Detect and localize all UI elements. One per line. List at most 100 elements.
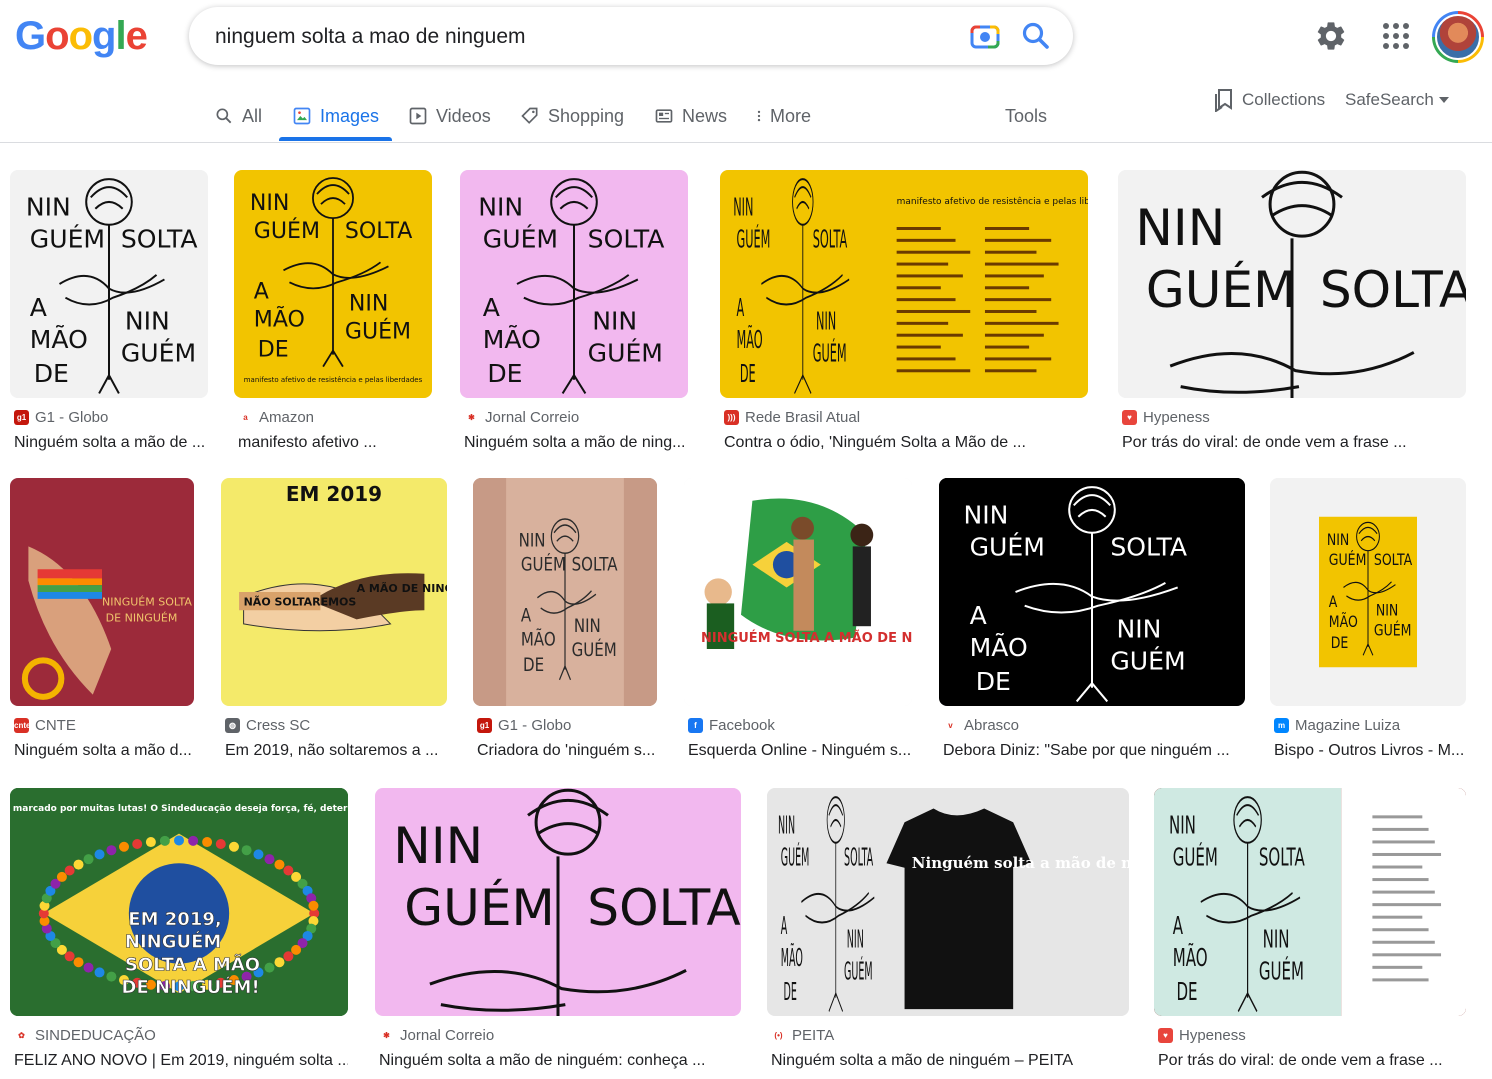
result-source[interactable]: ✿ SINDEDUCAÇÃO	[14, 1027, 156, 1044]
result-source[interactable]: f Facebook	[688, 717, 775, 734]
result-title-link[interactable]: Por trás do viral: de onde vem a frase .…	[1122, 434, 1466, 452]
result-title-link[interactable]: Bispo - Outros Livros - M...	[1274, 742, 1466, 760]
svg-text:MÃO: MÃO	[483, 324, 541, 354]
svg-text:SOLTA: SOLTA	[572, 554, 618, 576]
image-result-card[interactable]: NIN GUÉM SOLTA A MÃO DE NIN GUÉM m Magazi…	[1270, 478, 1466, 778]
result-source[interactable]: ♥ Hypeness	[1122, 409, 1210, 426]
result-source[interactable]: ✱ Jornal Correio	[379, 1027, 494, 1044]
result-title-link[interactable]: manifesto afetivo ...	[238, 434, 432, 452]
safesearch-dropdown[interactable]: SafeSearch	[1345, 88, 1450, 112]
tools-button[interactable]: Tools	[1005, 100, 1047, 132]
tab-shopping-label: Shopping	[548, 105, 625, 126]
safesearch-label: SafeSearch	[1345, 90, 1434, 109]
result-title-link[interactable]: Por trás do viral: de onde vem a frase .…	[1158, 1052, 1466, 1070]
result-thumbnail[interactable]: NIN GUÉM SOLTA	[1118, 170, 1466, 398]
result-title-link[interactable]: Em 2019, não soltaremos a ...	[225, 742, 447, 760]
result-title-link[interactable]: Ninguém solta a mão de ninguém: conheça …	[379, 1052, 741, 1070]
image-result-card[interactable]: NINGUÉM SOLTA A MÃO DE NINGUÉM! f Facebook…	[684, 478, 912, 778]
svg-text:SOLTA: SOLTA	[587, 878, 740, 937]
result-title-link[interactable]: Criadora do 'ninguém s...	[477, 742, 657, 760]
result-source[interactable]: ))) Rede Brasil Atual	[724, 409, 860, 426]
image-result-card[interactable]: NIN GUÉM SOLTA A MÃO DE NIN GUÉM manifes…	[234, 170, 432, 470]
svg-text:GUÉM: GUÉM	[781, 842, 810, 872]
svg-text:NIN: NIN	[125, 307, 170, 336]
result-source[interactable]: g1 G1 - Globo	[14, 409, 108, 426]
settings-gear-icon[interactable]	[1314, 19, 1348, 53]
svg-text:A: A	[737, 293, 745, 323]
result-source[interactable]: g1 G1 - Globo	[477, 717, 571, 734]
account-avatar[interactable]	[1432, 11, 1484, 63]
tab-videos[interactable]: Videos	[408, 100, 491, 132]
svg-text:SOLTA: SOLTA	[813, 224, 848, 254]
image-result-card[interactable]: NINGUÉM SOLTA A MÃO DE NINGUÉM cnte CNTE N…	[10, 478, 194, 778]
result-title-link[interactable]: FELIZ ANO NOVO | Em 2019, ninguém solta …	[14, 1052, 348, 1070]
svg-text:NIN: NIN	[592, 307, 637, 336]
collections-button[interactable]: Collections	[1214, 88, 1325, 112]
tag-icon	[521, 107, 538, 124]
result-thumbnail[interactable]: NIN GUÉM SOLTA	[375, 788, 741, 1016]
google-logo[interactable]: Google	[15, 14, 148, 59]
result-thumbnail[interactable]: NIN GUÉM SOLTA A MÃO DE NIN GUÉM	[460, 170, 688, 398]
result-thumbnail[interactable]: NINGUÉM SOLTA A MÃO DE NINGUÉM!	[684, 478, 912, 706]
result-source[interactable]: a Amazon	[238, 409, 314, 426]
image-result-card[interactable]: NIN GUÉM SOLTA A MÃO DE NIN GUÉM v Abrasc…	[939, 478, 1245, 778]
search-icon[interactable]	[1019, 19, 1053, 53]
source-name: Magazine Luiza	[1295, 717, 1401, 734]
result-thumbnail[interactable]: NIN GUÉM SOLTA A MÃO DE NIN GUÉM manifes…	[234, 170, 432, 398]
result-thumbnail[interactable]: NINGUÉM SOLTA A MÃO DE NINGUÉM	[10, 478, 194, 706]
tab-images[interactable]: Images	[292, 100, 379, 132]
result-thumbnail[interactable]: NIN GUÉM SOLTA A MÃO DE NIN GUÉM	[10, 170, 208, 398]
result-source[interactable]: cnte CNTE	[14, 717, 76, 734]
source-name: PEITA	[792, 1027, 835, 1044]
image-result-card[interactable]: NIN GUÉM SOLTA A MÃO DE NIN GUÉM g1 G1 - …	[10, 170, 208, 470]
result-thumbnail[interactable]: NIN GUÉM SOLTA A MÃO DE NIN GUÉM	[1270, 478, 1466, 706]
result-title-link[interactable]: Debora Diniz: "Sabe por que ninguém ...	[943, 742, 1245, 760]
result-thumbnail[interactable]: NIN GUÉM SOLTA A MÃO DE NIN GUÉM	[1154, 788, 1466, 1016]
bookmark-collection-icon	[1215, 89, 1232, 112]
source-name: Abrasco	[964, 717, 1020, 734]
image-result-card[interactable]: NIN GUÉM SOLTA A MÃO DE NIN GUÉM Ninguém…	[767, 788, 1129, 1079]
svg-text:GUÉM: GUÉM	[121, 339, 196, 368]
result-source[interactable]: m Magazine Luiza	[1274, 717, 1400, 734]
image-result-card[interactable]: NIN GUÉM SOLTA A MÃO DE NIN GUÉM manifes…	[720, 170, 1088, 470]
svg-text:NIN: NIN	[478, 193, 523, 222]
result-thumbnail[interactable]: NIN GUÉM SOLTA A MÃO DE NIN GUÉM Ninguém…	[767, 788, 1129, 1016]
result-source[interactable]: ✱ Jornal Correio	[464, 409, 579, 426]
result-thumbnail[interactable]: NIN GUÉM SOLTA A MÃO DE NIN GUÉM manifes…	[720, 170, 1088, 398]
svg-text:GUÉM: GUÉM	[844, 956, 873, 986]
result-source[interactable]: (•) PEITA	[771, 1027, 834, 1044]
image-result-card[interactable]: NIN GUÉM SOLTA ✱ Jornal Correio Ninguém so…	[375, 788, 741, 1079]
result-title-link[interactable]: Ninguém solta a mão de ...	[14, 434, 208, 452]
svg-text:SOLTA: SOLTA	[1110, 533, 1187, 562]
result-source[interactable]: ♥ Hypeness	[1158, 1027, 1246, 1044]
result-thumbnail[interactable]: NIN GUÉM SOLTA A MÃO DE NIN GUÉM	[473, 478, 657, 706]
result-title-link[interactable]: Contra o ódio, 'Ninguém Solta a Mão de .…	[724, 434, 1088, 452]
source-name: CNTE	[35, 717, 76, 734]
result-title-link[interactable]: Esquerda Online - Ninguém s...	[688, 742, 912, 760]
tab-more[interactable]: More	[752, 100, 811, 132]
result-thumbnail[interactable]: O próximo ano será marcado por muitas lu…	[10, 788, 348, 1016]
image-result-card[interactable]: O próximo ano será marcado por muitas lu…	[10, 788, 348, 1079]
camera-search-icon[interactable]	[969, 20, 1001, 52]
svg-text:NIN: NIN	[1169, 811, 1196, 840]
image-result-card[interactable]: NIN GUÉM SOLTA A MÃO DE NIN GUÉM ♥ Hypene…	[1154, 788, 1466, 1079]
image-result-card[interactable]: EM 2019 NÃO SOLTAREMOS A MÃO DE NINGUÉM ◍…	[221, 478, 447, 778]
image-result-card[interactable]: NIN GUÉM SOLTA A MÃO DE NIN GUÉM g1 G1 - …	[473, 478, 657, 778]
search-input[interactable]	[215, 23, 955, 51]
svg-text:EM 2019,: EM 2019,	[128, 909, 221, 930]
svg-text:A: A	[781, 911, 788, 940]
image-result-card[interactable]: NIN GUÉM SOLTA ♥ Hypeness Por trás do vira…	[1118, 170, 1466, 470]
tab-shopping[interactable]: Shopping	[520, 100, 624, 132]
result-thumbnail[interactable]: NIN GUÉM SOLTA A MÃO DE NIN GUÉM	[939, 478, 1245, 706]
tab-all[interactable]: All	[214, 100, 262, 132]
result-title-link[interactable]: Ninguém solta a mão de ninguém – PEITA	[771, 1052, 1129, 1070]
image-result-card[interactable]: NIN GUÉM SOLTA A MÃO DE NIN GUÉM ✱ Jornal…	[460, 170, 688, 470]
tab-news[interactable]: News	[654, 100, 727, 132]
result-thumbnail[interactable]: EM 2019 NÃO SOLTAREMOS A MÃO DE NINGUÉM	[221, 478, 447, 706]
result-source[interactable]: ◍ Cress SC	[225, 717, 310, 734]
result-title-link[interactable]: Ninguém solta a mão de ning...	[464, 434, 688, 452]
svg-text:manifesto afetivo de resistênc: manifesto afetivo de resistência e pelas…	[244, 376, 423, 384]
result-source[interactable]: v Abrasco	[943, 717, 1019, 734]
google-apps-grid-icon[interactable]	[1380, 20, 1412, 52]
result-title-link[interactable]: Ninguém solta a mão d...	[14, 742, 194, 760]
